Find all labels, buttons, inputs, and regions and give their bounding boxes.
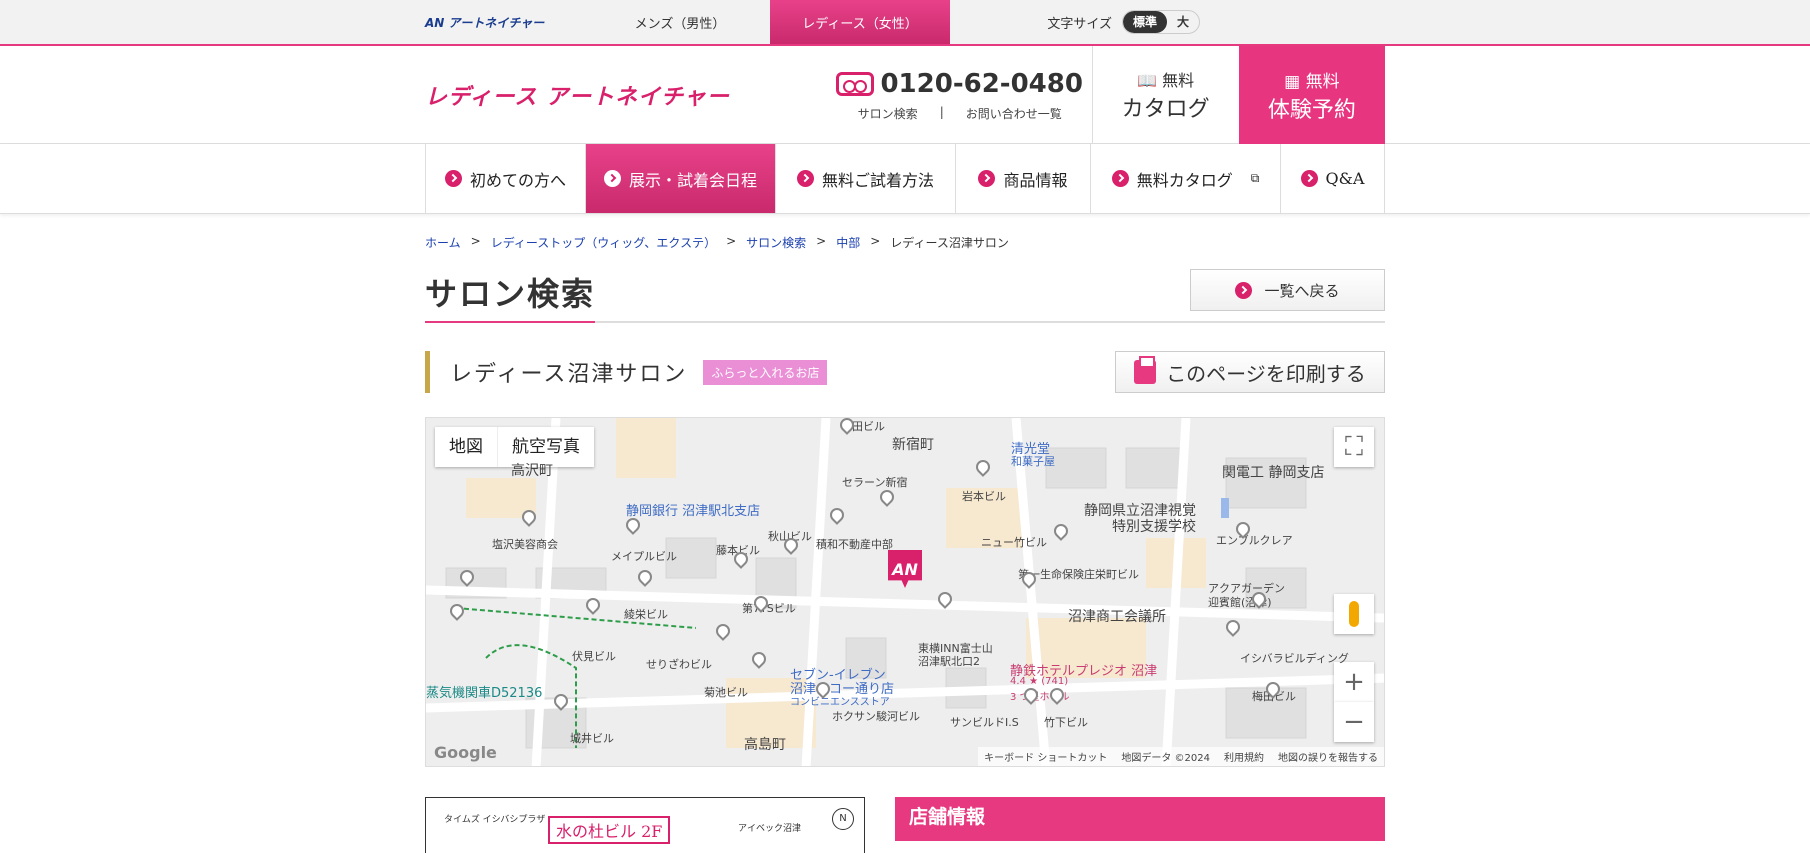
- salon-name-heading: レディース沼津サロン ふらっと入れるお店: [425, 351, 828, 393]
- google-map[interactable]: 地図 航空写真 ⛶ + − AN 新宿町 高沢町 石田ビル 静岡銀行 沼津駅北支…: [425, 417, 1385, 767]
- breadcrumb: ホーム > レディーストップ（ウィッグ、エクステ） > サロン検索 > 中部 > レディ…: [425, 234, 1009, 251]
- map-label: 塩沢美容商会: [492, 538, 558, 551]
- arrow-icon: [444, 170, 462, 187]
- map-label: 城井ビル: [570, 732, 614, 745]
- breadcrumb-chubu[interactable]: 中部: [836, 234, 860, 251]
- free-catalog-button[interactable]: 📖 無料 カタログ: [1091, 46, 1239, 144]
- phone-number: 0120-62-0480: [880, 68, 1083, 99]
- floor-plan-label: タイムズ イシバシプラザ: [444, 815, 546, 825]
- map-label: 4.4 ★ (741): [1010, 676, 1069, 687]
- contact-list-link[interactable]: お問い合わせ一覧: [966, 105, 1062, 122]
- north-arrow-icon: N: [832, 808, 854, 830]
- map-label: サンビルドI.S: [950, 716, 1019, 729]
- map-label: ニュー竹ビル: [981, 536, 1047, 549]
- main-nav: 初めての方へ 展示・試着会日程 無料ご試着方法 商品情報 無料カタログ ⧉ Q&A: [0, 144, 1810, 214]
- font-size-label: 文字サイズ: [1047, 16, 1112, 32]
- tab-ladies[interactable]: レディース（女性）: [770, 0, 950, 44]
- separator: |: [939, 104, 944, 119]
- breadcrumb-home[interactable]: ホーム: [425, 234, 461, 251]
- font-size-standard-button[interactable]: 標準: [1122, 11, 1167, 33]
- map-attribution: キーボード ショートカット 地図データ ©2024 利用規約 地図の誤りを報告す…: [978, 747, 1384, 766]
- breadcrumb-salon-search[interactable]: サロン検索: [746, 234, 806, 251]
- map-label[interactable]: 静岡銀行 沼津駅北支店: [626, 500, 760, 519]
- brand-mini-logo[interactable]: AN アートネイチャー: [425, 14, 590, 31]
- map-label: 特別支援学校: [1112, 519, 1196, 535]
- nav-first-time[interactable]: 初めての方へ: [426, 144, 586, 213]
- back-to-list-button[interactable]: 一覧へ戻る: [1190, 269, 1385, 311]
- font-size-control: 文字サイズ 標準 大: [1047, 10, 1200, 34]
- floor-plan-label: アイベック沼津: [738, 824, 802, 834]
- nav-products[interactable]: 商品情報: [956, 144, 1091, 213]
- map-label: 綾栄ビル: [624, 608, 668, 621]
- font-size-large-button[interactable]: 大: [1167, 11, 1199, 33]
- map-label: イシバラビルディング: [1240, 652, 1349, 665]
- site-header: レディース アートネイチャー 0120-62-0480 サロン検索 | お問い合…: [0, 46, 1810, 144]
- nav-exhibition-schedule[interactable]: 展示・試着会日程: [586, 144, 776, 213]
- arrow-icon: [1235, 281, 1253, 299]
- map-label: 第7TSビル: [742, 602, 796, 615]
- fullscreen-icon[interactable]: ⛶: [1334, 427, 1374, 467]
- keyboard-shortcuts-link[interactable]: キーボード ショートカット: [984, 749, 1107, 764]
- map-label: 高島町: [744, 737, 786, 753]
- street-view-pegman-icon[interactable]: [1334, 594, 1374, 634]
- calendar-icon: ▦: [1284, 71, 1301, 92]
- arrow-icon: [978, 170, 996, 187]
- map-label: メイプルビル: [611, 550, 677, 563]
- breadcrumb-ladies-top[interactable]: レディーストップ（ウィッグ、エクステ）: [491, 234, 716, 251]
- nav-free-catalog[interactable]: 無料カタログ ⧉: [1091, 144, 1281, 213]
- arrow-icon: [1300, 170, 1318, 187]
- shop-info-heading: 店舗情報: [895, 797, 1385, 841]
- terms-link[interactable]: 利用規約: [1224, 749, 1264, 764]
- map-label[interactable]: 沼津商工会議所: [1068, 606, 1166, 626]
- map-label: 新宿町: [892, 437, 934, 453]
- map-label: 菊池ビル: [704, 686, 748, 699]
- tab-mens[interactable]: メンズ（男性）: [590, 0, 770, 44]
- page-title: サロン検索: [425, 269, 596, 323]
- arrow-icon: [1111, 170, 1129, 187]
- map-label: エンブルクレア: [1216, 534, 1293, 547]
- freedial-icon: [836, 71, 875, 96]
- arrow-icon: [796, 170, 814, 187]
- book-icon: 📖: [1137, 71, 1158, 90]
- nav-free-trial-method[interactable]: 無料ご試着方法: [776, 144, 956, 213]
- walk-in-badge: ふらっと入れるお店: [703, 359, 828, 385]
- font-size-toggle: 標準 大: [1121, 10, 1200, 34]
- site-logo[interactable]: レディース アートネイチャー: [425, 79, 828, 111]
- phone-block: 0120-62-0480 サロン検索 | お問い合わせ一覧: [828, 69, 1092, 122]
- map-label: セラーン新宿: [842, 476, 908, 489]
- map-label: 高沢町: [511, 463, 553, 479]
- map-label[interactable]: 蒸気機関車D52136: [426, 682, 542, 701]
- map-label: 岩本ビル: [962, 490, 1006, 503]
- map-label: 和菓子屋: [1011, 455, 1055, 468]
- map-label: 積和不動産中部: [816, 538, 893, 551]
- zoom-in-button[interactable]: +: [1334, 662, 1374, 702]
- salon-search-link[interactable]: サロン検索: [858, 105, 918, 122]
- map-data-text: 地図データ ©2024: [1121, 753, 1210, 764]
- map-type-map[interactable]: 地図: [435, 427, 498, 467]
- map-label: せりざわビル: [646, 658, 712, 671]
- map-label: ホクサン駿河ビル: [832, 710, 920, 723]
- map-label[interactable]: 関電工 静岡支店: [1222, 462, 1324, 482]
- free-trial-button[interactable]: ▦ 無料 体験予約: [1238, 46, 1385, 144]
- printer-icon: [1134, 356, 1157, 384]
- external-link-icon: ⧉: [1250, 171, 1260, 185]
- map-label: 沼津駅北口2: [918, 655, 980, 668]
- floor-plan-image: タイムズ イシバシプラザ 水の杜ビル 2F アイベック沼津 N: [425, 797, 865, 853]
- print-page-button[interactable]: このページを印刷する: [1115, 351, 1385, 393]
- map-label: コンビニエンスストア: [790, 697, 890, 708]
- map-label: 竹下ビル: [1044, 716, 1088, 729]
- zoom-out-button[interactable]: −: [1334, 702, 1374, 742]
- breadcrumb-current: レディース沼津サロン: [890, 236, 1009, 250]
- top-bar: AN アートネイチャー メンズ（男性） レディース（女性） 文字サイズ 標準 大: [0, 0, 1810, 46]
- nav-qa[interactable]: Q&A: [1281, 144, 1385, 213]
- arrow-icon: [603, 170, 621, 187]
- map-label: 伏見ビル: [572, 650, 616, 663]
- floor-plan-building: 水の杜ビル 2F: [548, 816, 671, 844]
- google-logo: Google: [434, 743, 497, 762]
- report-error-link[interactable]: 地図の誤りを報告する: [1278, 749, 1378, 764]
